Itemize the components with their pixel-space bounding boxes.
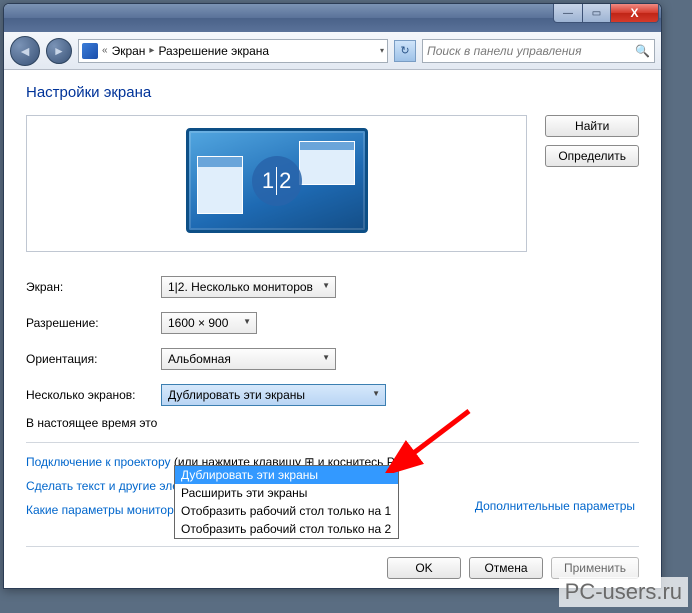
connect-projector-link[interactable]: Подключение к проектору [26,455,171,469]
screen-label: Экран: [26,280,161,294]
screen-value: 1|2. Несколько мониторов [168,280,313,294]
monitor-divider-icon [276,167,277,195]
control-panel-icon [82,43,98,59]
advanced-parameters-link[interactable]: Дополнительные параметры [475,499,635,513]
breadcrumb-item-resolution[interactable]: Разрешение экрана [158,44,269,58]
back-button[interactable]: ◄ [10,36,40,66]
monitor-arrangement[interactable]: 1 2 [186,128,368,233]
chevron-right-icon: ▸ [149,45,154,56]
multiple-displays-select[interactable]: Дублировать эти экраны [161,384,386,406]
orientation-label: Ориентация: [26,352,161,366]
dropdown-option-extend[interactable]: Расширить эти экраны [175,484,398,502]
row-resolution: Разрешение: 1600 × 900 [26,312,639,334]
apply-button[interactable]: Применить [551,557,639,579]
row-orientation: Ориентация: Альбомная [26,348,639,370]
monitor-number-2: 2 [279,168,291,194]
refresh-icon: ↻ [400,44,409,57]
current-main-display-text: В настоящее время это [26,416,639,430]
row-screen: Экран: 1|2. Несколько мониторов [26,276,639,298]
minimize-button[interactable]: — [553,4,583,23]
multiple-displays-value: Дублировать эти экраны [168,388,305,402]
find-button[interactable]: Найти [545,115,639,137]
preview-window-1 [197,156,243,214]
monitor-badge: 1 2 [252,156,302,206]
resolution-select[interactable]: 1600 × 900 [161,312,257,334]
navbar: ◄ ► « Экран ▸ Разрешение экрана ▾ ↻ Поис… [4,32,661,70]
ok-button[interactable]: OK [387,557,461,579]
close-button[interactable]: X [611,4,659,23]
maximize-button[interactable]: ▭ [583,4,611,23]
control-panel-window: — ▭ X ◄ ► « Экран ▸ Разрешение экрана ▾ … [3,3,662,589]
breadcrumb[interactable]: « Экран ▸ Разрешение экрана ▾ [78,39,388,63]
watermark-text: PC-users.ru [559,577,688,607]
back-icon: ◄ [18,43,32,59]
dialog-footer: OK Отмена Применить [26,546,639,580]
breadcrumb-item-screen[interactable]: Экран [112,44,146,58]
dropdown-option-only-2[interactable]: Отобразить рабочий стол только на 2 [175,520,398,538]
display-preview-row: 1 2 Найти Определить [26,115,639,252]
display-preview-frame: 1 2 [26,115,527,252]
orientation-select[interactable]: Альбомная [161,348,336,370]
refresh-button[interactable]: ↻ [394,40,416,62]
orientation-value: Альбомная [168,352,231,366]
forward-button[interactable]: ► [46,38,72,64]
identify-button[interactable]: Определить [545,145,639,167]
divider [26,442,639,443]
breadcrumb-dropdown-icon[interactable]: ▾ [380,46,384,55]
search-icon: 🔍 [635,44,650,58]
multiple-displays-dropdown: Дублировать эти экраны Расширить эти экр… [174,465,399,539]
resolution-label: Разрешение: [26,316,161,330]
search-placeholder: Поиск в панели управления [427,44,582,58]
page-title: Настройки экрана [26,84,639,101]
preview-side-buttons: Найти Определить [545,115,639,167]
multiple-displays-label: Несколько экранов: [26,388,161,402]
forward-icon: ► [53,44,65,58]
cancel-button[interactable]: Отмена [469,557,543,579]
preview-window-2 [299,141,355,185]
window-titlebar: — ▭ X [4,4,661,32]
resolution-value: 1600 × 900 [168,316,228,330]
dropdown-option-only-1[interactable]: Отобразить рабочий стол только на 1 [175,502,398,520]
row-multiple-displays: Несколько экранов: Дублировать эти экран… [26,384,639,406]
search-input[interactable]: Поиск в панели управления 🔍 [422,39,655,63]
monitor-number-1: 1 [262,168,274,194]
window-buttons: — ▭ X [553,4,659,23]
dropdown-option-duplicate[interactable]: Дублировать эти экраны [175,466,398,484]
breadcrumb-sep-icon: « [102,45,108,56]
screen-select[interactable]: 1|2. Несколько мониторов [161,276,336,298]
content-area: Настройки экрана 1 2 Найти Определить [4,70,661,588]
